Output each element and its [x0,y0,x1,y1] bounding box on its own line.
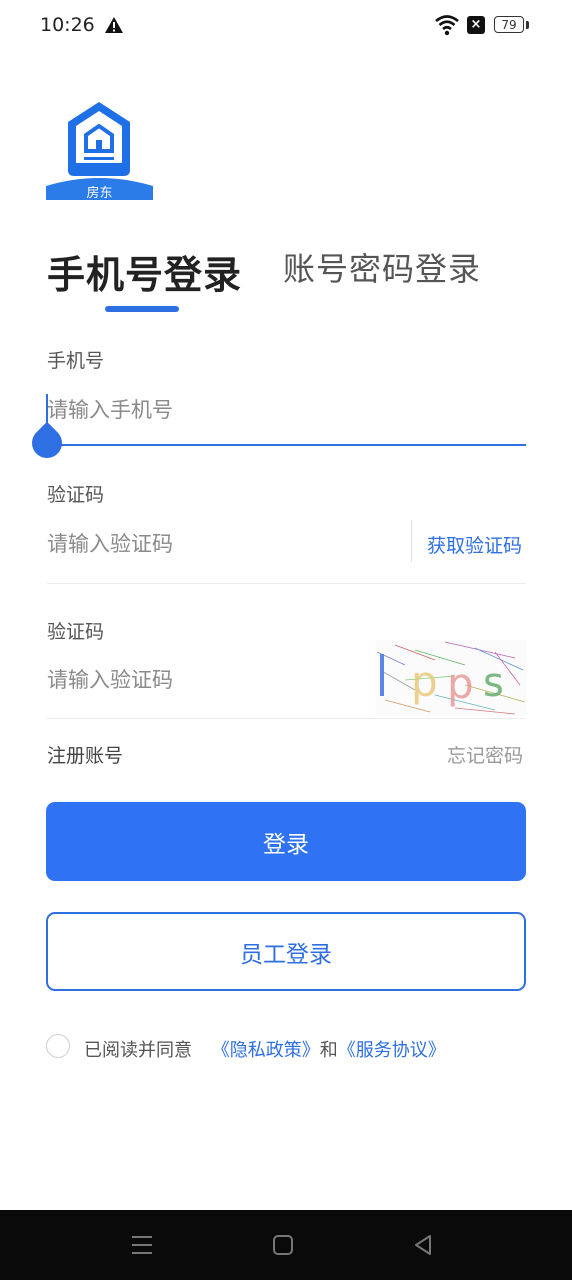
login-button[interactable]: 登录 [46,802,526,881]
code-divider [411,520,412,562]
captcha-underline [47,718,526,719]
captcha-image[interactable]: p p s [375,640,526,716]
svg-text:s: s [483,660,504,706]
cursor-handle[interactable] [25,421,69,465]
sms-code-underline [47,583,526,584]
agreement-and: 和 [319,1040,338,1061]
tab-phone-login[interactable]: 手机号登录 [47,244,242,299]
warning-icon [105,17,123,33]
status-time: 10:26 [40,14,95,36]
forgot-password-link[interactable]: 忘记密码 [447,741,523,768]
svg-text:p: p [447,659,474,708]
agreement-prefix: 已阅读并同意 [84,1040,192,1061]
captcha-input[interactable] [47,664,357,696]
agreement-text: 已阅读并同意 《隐私政策》和《服务协议》 [84,1036,446,1062]
phone-underline [47,444,526,446]
wifi-icon [435,15,459,36]
home-icon[interactable] [267,1230,299,1260]
text-cursor [46,394,48,424]
phone-label: 手机号 [47,350,105,372]
menu-icon[interactable] [126,1230,158,1260]
captcha-label: 验证码 [47,621,105,643]
get-code-button[interactable]: 获取验证码 [427,531,522,558]
service-agreement-link[interactable]: 《服务协议》 [338,1040,446,1061]
register-link[interactable]: 注册账号 [47,741,123,768]
battery-icon: 79 [494,16,524,33]
privacy-policy-link[interactable]: 《隐私政策》 [212,1040,320,1061]
phone-input[interactable] [47,394,517,426]
svg-text:p: p [411,657,438,706]
staff-login-button[interactable]: 员工登录 [46,912,526,991]
tab-active-indicator [105,306,179,312]
agreement-checkbox[interactable] [46,1034,70,1058]
logo-text: 房东 [86,186,113,201]
back-icon[interactable] [408,1230,440,1260]
sms-code-input[interactable] [47,528,397,560]
sms-code-label: 验证码 [47,484,105,506]
tab-account-login[interactable]: 账号密码登录 [283,244,481,290]
battery-tip [526,21,529,29]
no-sim-icon: × [467,16,485,34]
